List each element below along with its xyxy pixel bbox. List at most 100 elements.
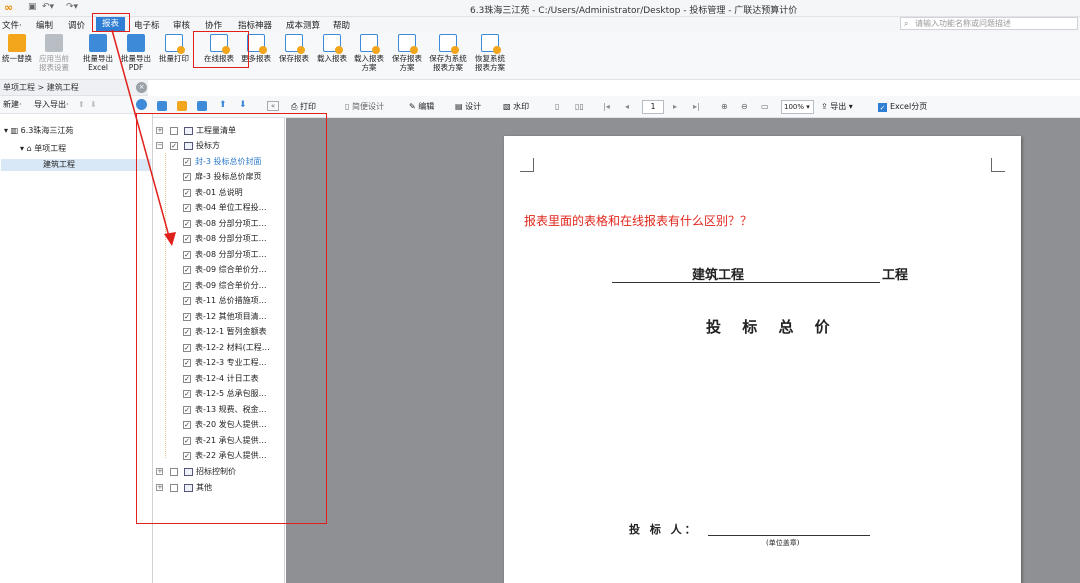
report-item[interactable]: ✓ 表-08 分部分项工…: [183, 232, 283, 246]
more-reports-button[interactable]: 更多报表: [238, 34, 274, 63]
menu-compile[interactable]: 编制: [36, 19, 53, 31]
tree-building-node[interactable]: 建筑工程: [1, 159, 151, 171]
report-item[interactable]: ✓ 表-12-3 专业工程…: [183, 356, 283, 370]
checkbox[interactable]: ✓: [183, 158, 191, 166]
report-item[interactable]: ✓ 表-12-2 材料(工程…: [183, 341, 283, 355]
prev-page-icon[interactable]: ◂: [625, 96, 629, 118]
checkbox[interactable]: ✓: [183, 344, 191, 352]
excel-paging-checkbox[interactable]: ✓: [878, 103, 887, 112]
menu-report[interactable]: 报表: [96, 17, 126, 31]
checkbox[interactable]: ✓: [183, 390, 191, 398]
checkbox[interactable]: ✓: [183, 266, 191, 274]
group-bill-of-quantities[interactable]: + 工程量清单: [156, 124, 284, 138]
new-button[interactable]: 新建·: [3, 96, 22, 114]
checkbox[interactable]: ✓: [183, 359, 191, 367]
undo-icon[interactable]: ↶▾: [42, 2, 54, 12]
apply-settings-button[interactable]: 应用当前 报表设置: [36, 34, 72, 72]
load-report-scheme-button[interactable]: 载入报表 方案: [351, 34, 387, 72]
fit-page-icon[interactable]: ▭: [761, 96, 769, 118]
arrow-down-icon[interactable]: ⬇: [239, 100, 247, 110]
report-item[interactable]: ✓ 表-11 总价措施项…: [183, 294, 283, 308]
page-number-input[interactable]: 1: [642, 100, 664, 114]
report-item[interactable]: ✓ 表-01 总说明: [183, 186, 283, 200]
batch-export-excel-button[interactable]: 批量导出 Excel: [80, 34, 116, 72]
add-report-icon[interactable]: [157, 101, 167, 111]
arrow-up-icon[interactable]: ⬆: [219, 100, 227, 110]
menu-review[interactable]: 审核: [173, 19, 190, 31]
unify-replace-button[interactable]: 统一替换: [2, 34, 32, 63]
checkbox[interactable]: ✓: [183, 235, 191, 243]
expand-icon[interactable]: +: [156, 484, 163, 491]
zoom-select[interactable]: 100% ▾: [781, 100, 814, 114]
checkbox[interactable]: ✓: [183, 421, 191, 429]
report-item[interactable]: ✓ 表-22 承包人提供…: [183, 449, 283, 463]
report-item[interactable]: ✓ 封-3 投标总价封面: [183, 155, 283, 169]
save-system-scheme-button[interactable]: 保存为系统 报表方案: [427, 34, 469, 72]
next-page-icon[interactable]: ▸: [673, 96, 677, 118]
checkbox[interactable]: ✓: [183, 297, 191, 305]
report-item[interactable]: ✓ 表-04 单位工程投…: [183, 201, 283, 215]
design-button[interactable]: ▤ 设计: [455, 96, 481, 118]
close-icon[interactable]: ×: [136, 82, 147, 93]
report-item[interactable]: ✓ 表-13 规费、税金…: [183, 403, 283, 417]
checkbox[interactable]: ✓: [183, 220, 191, 228]
checkbox[interactable]: ✓: [183, 251, 191, 259]
checkbox[interactable]: ✓: [183, 328, 191, 336]
print-button[interactable]: ⎙ 打印: [291, 96, 316, 118]
report-item[interactable]: ✓ 扉-3 投标总价扉页: [183, 170, 283, 184]
checkbox[interactable]: ✓: [183, 375, 191, 383]
checkbox[interactable]: ✓: [183, 313, 191, 321]
redo-icon[interactable]: ↷▾: [66, 2, 78, 12]
expand-icon[interactable]: +: [156, 468, 163, 475]
menu-index-tool[interactable]: 指标神器: [238, 19, 272, 31]
menu-e-bid[interactable]: 电子标: [134, 19, 160, 31]
menu-cost-estimate[interactable]: 成本测算: [286, 19, 320, 31]
report-item[interactable]: ✓ 表-12-4 计日工表: [183, 372, 283, 386]
edit-button[interactable]: ✎ 编辑: [409, 96, 434, 118]
batch-export-pdf-button[interactable]: 批量导出 PDF: [118, 34, 154, 72]
double-page-icon[interactable]: ▯▯: [575, 96, 584, 118]
checkbox[interactable]: ✓: [183, 437, 191, 445]
checkbox[interactable]: ✓: [183, 189, 191, 197]
search-input[interactable]: ⌕ 请输入功能名称或问题描述: [900, 17, 1078, 30]
save-report-button[interactable]: 保存报表: [276, 34, 312, 63]
report-item[interactable]: ✓ 表-21 承包人提供…: [183, 434, 283, 448]
menu-adjust-price[interactable]: 调价: [68, 19, 85, 31]
checkbox[interactable]: [170, 468, 178, 476]
last-page-icon[interactable]: ▸|: [693, 96, 700, 118]
group-tender-control-price[interactable]: + 招标控制价: [156, 465, 284, 479]
report-item[interactable]: ✓ 表-09 综合单价分…: [183, 263, 283, 277]
tree-single-project-node[interactable]: ▾ ⌂ 单项工程: [20, 143, 66, 154]
expand-icon[interactable]: +: [156, 127, 163, 134]
checkbox[interactable]: [170, 484, 178, 492]
save-icon[interactable]: ▣: [28, 2, 37, 12]
report-item[interactable]: ✓ 表-12 其他项目清…: [183, 310, 283, 324]
report-item[interactable]: ✓ 表-08 分部分项工…: [183, 217, 283, 231]
zoom-out-icon[interactable]: ⊖: [741, 96, 748, 118]
collapse-panel-icon[interactable]: «: [267, 101, 279, 111]
report-item[interactable]: ✓ 表-08 分部分项工…: [183, 248, 283, 262]
checkbox[interactable]: ✓: [170, 142, 178, 150]
group-other[interactable]: + 其他: [156, 481, 284, 495]
checkbox[interactable]: ✓: [183, 204, 191, 212]
report-item[interactable]: ✓ 表-12-1 暂列金额表: [183, 325, 283, 339]
save-report-scheme-button[interactable]: 保存报表 方案: [389, 34, 425, 72]
watermark-button[interactable]: ▧ 水印: [503, 96, 529, 118]
collapse-icon[interactable]: −: [156, 142, 163, 149]
menu-collaborate[interactable]: 协作: [205, 19, 222, 31]
checkbox[interactable]: ✓: [183, 406, 191, 414]
checkbox[interactable]: [170, 127, 178, 135]
menu-help[interactable]: 帮助: [333, 19, 350, 31]
report-item[interactable]: ✓ 表-20 发包人提供…: [183, 418, 283, 432]
load-report-button[interactable]: 载入报表: [314, 34, 350, 63]
group-bidder[interactable]: − ✓ 投标方: [156, 139, 284, 153]
menu-file[interactable]: 文件·: [2, 19, 22, 31]
restore-system-scheme-button[interactable]: 恢复系统 报表方案: [471, 34, 509, 72]
settings-icon[interactable]: [136, 99, 147, 110]
checkbox[interactable]: ✓: [183, 173, 191, 181]
report-item[interactable]: ✓ 表-12-5 总承包服…: [183, 387, 283, 401]
first-page-icon[interactable]: |◂: [603, 96, 610, 118]
tree-root-node[interactable]: ▾ ▥ 6.3珠海三江苑: [4, 125, 73, 136]
move-up-icon[interactable]: ⬆: [78, 96, 85, 114]
batch-print-button[interactable]: 批量打印: [156, 34, 192, 63]
